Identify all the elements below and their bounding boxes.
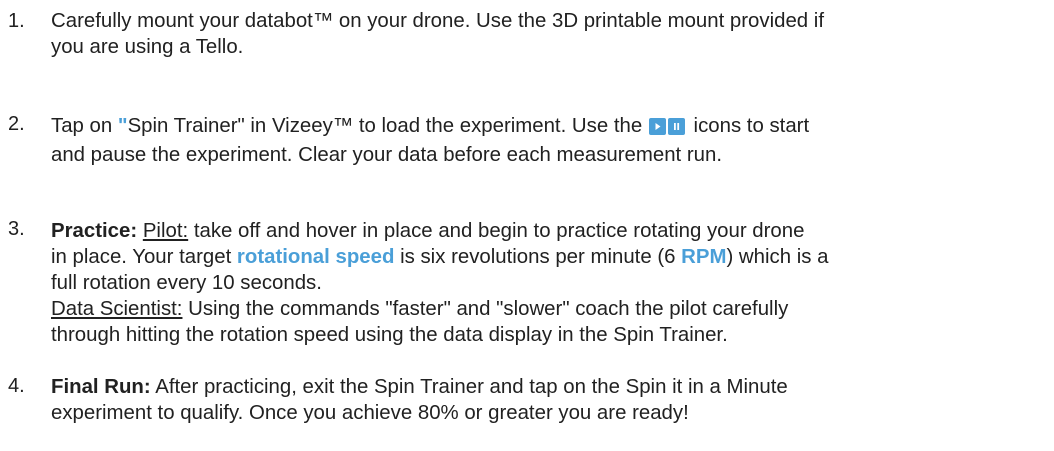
step-text: Tap on "Spin Trainer" in Vizeey™ to load… (51, 113, 1051, 168)
text-segment: in place. Your target (51, 246, 237, 268)
step-line: you are using a Tello. (51, 36, 244, 58)
final-run-label: Final Run: (51, 376, 151, 398)
step-line: in place. Your target rotational speed i… (51, 244, 1051, 270)
step-text: Carefully mount your databot™ on your dr… (51, 8, 1051, 60)
step-line: Carefully mount your databot™ on your dr… (51, 10, 825, 32)
play-icon (648, 118, 666, 135)
text-segment: is six revolutions per minute (6 (394, 246, 682, 268)
step-line: and pause the experiment. Clear your dat… (51, 144, 723, 166)
text-segment: take off and hover in place and begin to… (188, 220, 805, 242)
text-segment: ) which is a (726, 246, 829, 268)
text-segment: " (117, 115, 128, 137)
step-line: Tap on "Spin Trainer" in Vizeey™ to load… (51, 113, 1051, 142)
step-number: 3. (8, 218, 25, 240)
pilot-label: Pilot: (142, 220, 189, 242)
scientist-label: Data Scientist: (51, 298, 183, 320)
highlight-term: RPM (681, 246, 727, 268)
play-pause-icons (648, 116, 687, 142)
text-segment: After practicing, exit the Spin Trainer … (150, 376, 788, 398)
step-line: Practice: Pilot: take off and hover in p… (51, 218, 1051, 244)
highlight-term: rotational speed (236, 246, 395, 268)
step-number: 1. (8, 10, 25, 32)
step-line: full rotation every 10 seconds. (51, 272, 322, 294)
pause-icon (667, 118, 685, 135)
step-line: Final Run: After practicing, exit the Sp… (51, 374, 1051, 400)
step-line: experiment to qualify. Once you achieve … (51, 402, 689, 424)
step-number: 2. (8, 113, 25, 135)
text-segment: icons to start (687, 115, 810, 137)
step-text: Practice: Pilot: take off and hover in p… (51, 218, 1051, 348)
step-line: Data Scientist: Using the commands "fast… (51, 296, 1051, 322)
step-line: through hitting the rotation speed using… (51, 324, 728, 346)
practice-label: Practice: (51, 220, 138, 242)
text-segment: Using the commands "faster" and "slower"… (182, 298, 789, 320)
text-segment: Spin Trainer" in Vizeey™ to load the exp… (127, 115, 648, 137)
instruction-list: 1. Carefully mount your databot™ on your… (0, 0, 1054, 451)
step-number: 4. (8, 375, 25, 397)
step-text: Final Run: After practicing, exit the Sp… (51, 374, 1051, 426)
text-segment: Tap on (51, 115, 118, 137)
